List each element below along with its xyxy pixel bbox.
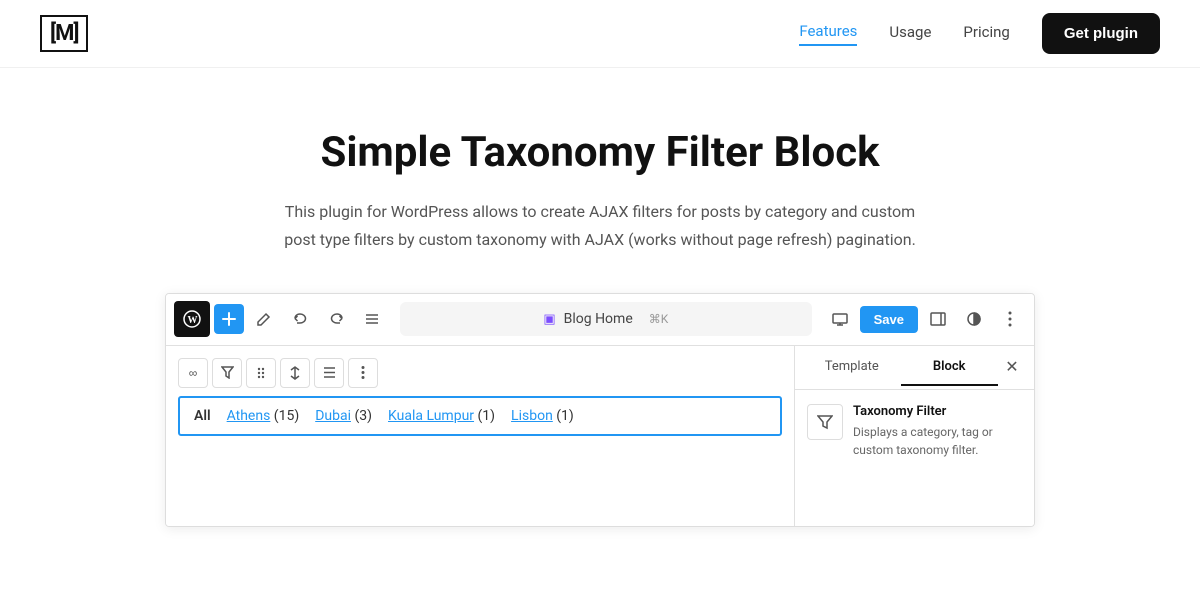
filter-dubai[interactable]: Dubai (3)	[315, 408, 372, 424]
tab-template[interactable]: Template	[803, 349, 901, 386]
hero-description: This plugin for WordPress allows to crea…	[270, 198, 930, 252]
add-block-button[interactable]	[214, 304, 244, 334]
sidebar-toggle-button[interactable]	[922, 303, 954, 335]
block-info-text: Taxonomy Filter Displays a category, tag…	[853, 404, 1022, 459]
filter-athens[interactable]: Athens (15)	[227, 408, 300, 424]
contrast-button[interactable]	[958, 303, 990, 335]
editor-toolbar: W ▣ Blog Home ⌘K Save	[166, 294, 1034, 346]
filter-kuala-lumpur[interactable]: Kuala Lumpur (1)	[388, 408, 495, 424]
filter-lisbon[interactable]: Lisbon (1)	[511, 408, 574, 424]
more-options-button[interactable]	[994, 303, 1026, 335]
navbar: [M] Features Usage Pricing Get plugin	[0, 0, 1200, 68]
hero-title: Simple Taxonomy Filter Block	[20, 128, 1180, 178]
toolbar-right-actions: Save	[824, 303, 1026, 335]
editor-preview: W ▣ Blog Home ⌘K Save	[165, 293, 1035, 527]
tab-block[interactable]: Block	[901, 349, 999, 386]
nav-link-usage[interactable]: Usage	[889, 23, 931, 45]
url-label: Blog Home	[564, 311, 633, 327]
move-up-down-button[interactable]	[280, 358, 310, 388]
nav-right: Features Usage Pricing Get plugin	[799, 13, 1160, 54]
link-button[interactable]: ∞	[178, 358, 208, 388]
sidebar-close-button[interactable]: ✕	[998, 353, 1026, 381]
preview-button[interactable]	[824, 303, 856, 335]
undo-button[interactable]	[284, 303, 316, 335]
svg-text:W: W	[188, 315, 198, 326]
block-name: Taxonomy Filter	[853, 404, 1022, 419]
block-type-icon	[807, 404, 843, 440]
more-block-options-button[interactable]	[348, 358, 378, 388]
filter-all[interactable]: All	[194, 408, 211, 424]
align-button[interactable]	[314, 358, 344, 388]
drag-handle-button[interactable]	[246, 358, 276, 388]
save-button[interactable]: Save	[860, 306, 918, 333]
url-bar[interactable]: ▣ Blog Home ⌘K	[400, 302, 812, 336]
filter-block: All Athens (15) Dubai (3) Kuala Lumpur (…	[178, 396, 782, 436]
logo: [M]	[40, 15, 88, 52]
block-info: Taxonomy Filter Displays a category, tag…	[807, 404, 1022, 459]
hero-section: Simple Taxonomy Filter Block This plugin…	[0, 68, 1200, 293]
sidebar-tabs: Template Block ✕	[795, 346, 1034, 390]
editor-canvas: ∞ All Athens (15)	[166, 346, 794, 526]
cmd-hint: ⌘K	[649, 312, 669, 326]
nav-link-features[interactable]: Features	[799, 22, 857, 46]
page-icon: ▣	[543, 312, 555, 327]
filter-icon-button[interactable]	[212, 358, 242, 388]
nav-link-pricing[interactable]: Pricing	[963, 23, 1009, 45]
wordpress-button[interactable]: W	[174, 301, 210, 337]
sidebar-panel: Template Block ✕ Taxonomy Filter Display…	[794, 346, 1034, 526]
nav-links: Features Usage Pricing	[799, 22, 1010, 46]
edit-button[interactable]	[248, 303, 280, 335]
redo-button[interactable]	[320, 303, 352, 335]
block-toolbar: ∞	[178, 358, 782, 388]
sidebar-content: Taxonomy Filter Displays a category, tag…	[795, 390, 1034, 473]
list-view-button[interactable]	[356, 303, 388, 335]
editor-body: ∞ All Athens (15)	[166, 346, 1034, 526]
block-description: Displays a category, tag or custom taxon…	[853, 423, 1022, 459]
get-plugin-button[interactable]: Get plugin	[1042, 13, 1160, 54]
